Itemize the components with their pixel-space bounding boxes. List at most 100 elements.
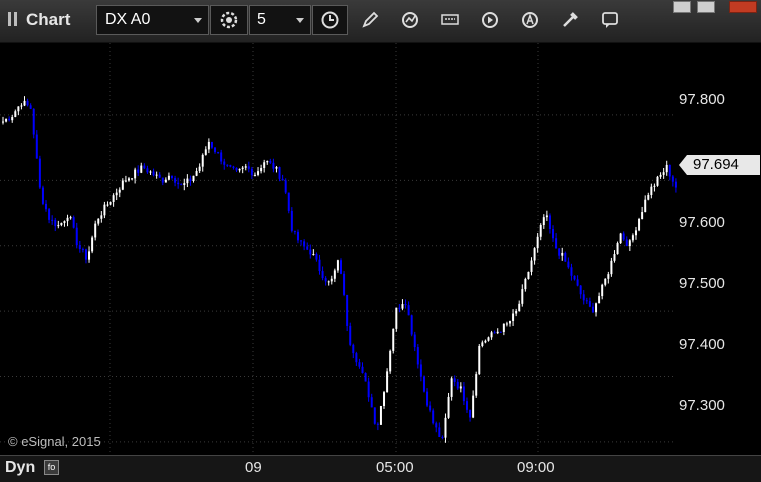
candle-body [152, 171, 155, 176]
candle-body [598, 296, 601, 304]
alert-icon[interactable] [520, 10, 540, 30]
close-icon[interactable] [729, 1, 757, 13]
candle-body [315, 254, 318, 260]
restore-icon[interactable] [673, 1, 691, 13]
candle-body [484, 340, 487, 343]
candle-body [662, 172, 665, 175]
candle-body [604, 278, 607, 285]
studies-icon[interactable] [440, 10, 460, 30]
candlestick-series [2, 96, 677, 443]
time-template-button[interactable] [312, 5, 348, 35]
maximize-icon[interactable] [697, 1, 715, 13]
candle-body [260, 167, 263, 172]
candle-body [450, 378, 453, 397]
price-chart[interactable] [0, 43, 761, 455]
candle-body [364, 373, 367, 382]
settings-icon[interactable]: fo [44, 460, 59, 475]
candle-body [318, 259, 321, 272]
candle-body [229, 165, 232, 167]
candle-body [241, 167, 244, 169]
candle-body [8, 118, 11, 121]
candle-body [97, 218, 100, 224]
candle-body [567, 261, 570, 268]
title-bar: Chart DX A0 5 [0, 0, 761, 43]
candle-body [94, 223, 97, 238]
candle-body [306, 246, 309, 250]
candle-body [14, 111, 17, 118]
candle-body [419, 364, 422, 377]
candle-body [462, 386, 465, 402]
candle-body [355, 353, 358, 363]
interval-dropdown[interactable]: 5 [249, 5, 311, 35]
candle-body [91, 237, 94, 252]
symbol-dropdown[interactable]: DX A0 [96, 5, 209, 35]
candle-body [386, 371, 389, 393]
candle-body [247, 166, 250, 169]
candle-body [309, 249, 312, 255]
candle-body [610, 260, 613, 275]
interval-settings-button[interactable] [210, 5, 248, 35]
candle-body [671, 176, 674, 182]
candle-body [539, 225, 542, 237]
candle-body [226, 164, 229, 166]
candle-body [628, 240, 631, 247]
candle-body [183, 183, 186, 186]
candle-body [2, 121, 4, 123]
candle-body [84, 249, 87, 260]
candle-body [336, 260, 339, 271]
candle-body [533, 248, 536, 261]
candle-body [32, 108, 35, 135]
time-axis-bar: Dyn fo 09 05:00 09:00 [0, 455, 761, 482]
candle-body [582, 294, 585, 301]
refresh-icon[interactable] [400, 10, 420, 30]
symbol-value: DX A0 [105, 11, 151, 28]
candle-body [521, 289, 524, 304]
candle-body [244, 166, 247, 168]
candle-body [287, 192, 290, 211]
drag-handle-icon[interactable] [8, 12, 18, 26]
candle-body [223, 161, 226, 165]
candle-body [164, 179, 167, 183]
candle-body [656, 176, 659, 186]
chart-area[interactable]: © eSignal, 2015 97.800 97.600 97.500 97.… [0, 43, 761, 455]
scaling-mode-label[interactable]: Dyn [5, 459, 35, 477]
candle-body [601, 284, 604, 297]
candle-body [210, 141, 213, 148]
candle-body [530, 260, 533, 272]
candle-body [472, 395, 475, 418]
candle-body [293, 230, 296, 232]
candle-body [490, 332, 493, 338]
candle-body [591, 306, 594, 313]
candle-body [103, 204, 106, 216]
candle-body [524, 278, 527, 290]
chat-icon[interactable] [600, 10, 620, 30]
candle-body [502, 323, 505, 333]
candle-body [235, 167, 238, 171]
candle-body [659, 174, 662, 177]
time-axis-label: 09 [245, 459, 262, 476]
candle-body [665, 164, 668, 173]
tools-icon[interactable] [560, 10, 580, 30]
candle-body [343, 273, 346, 295]
candle-body [392, 328, 395, 351]
candle-body [349, 325, 352, 345]
candle-body [545, 215, 548, 218]
pencil-icon[interactable] [360, 10, 380, 30]
candle-body [303, 241, 306, 247]
candle-body [653, 185, 656, 187]
candle-body [263, 162, 266, 168]
play-icon[interactable] [480, 10, 500, 30]
candle-body [585, 300, 588, 302]
candle-body [278, 167, 281, 179]
price-axis-label: 97.500 [679, 275, 725, 292]
candle-body [459, 386, 462, 389]
candle-body [579, 285, 582, 295]
window-title: Chart [26, 10, 71, 29]
candle-body [548, 215, 551, 229]
candle-body [131, 178, 134, 180]
price-axis-label: 97.400 [679, 336, 725, 353]
candle-body [327, 281, 330, 283]
chevron-down-icon [194, 18, 202, 23]
candle-body [441, 437, 444, 439]
candle-body [469, 409, 472, 418]
